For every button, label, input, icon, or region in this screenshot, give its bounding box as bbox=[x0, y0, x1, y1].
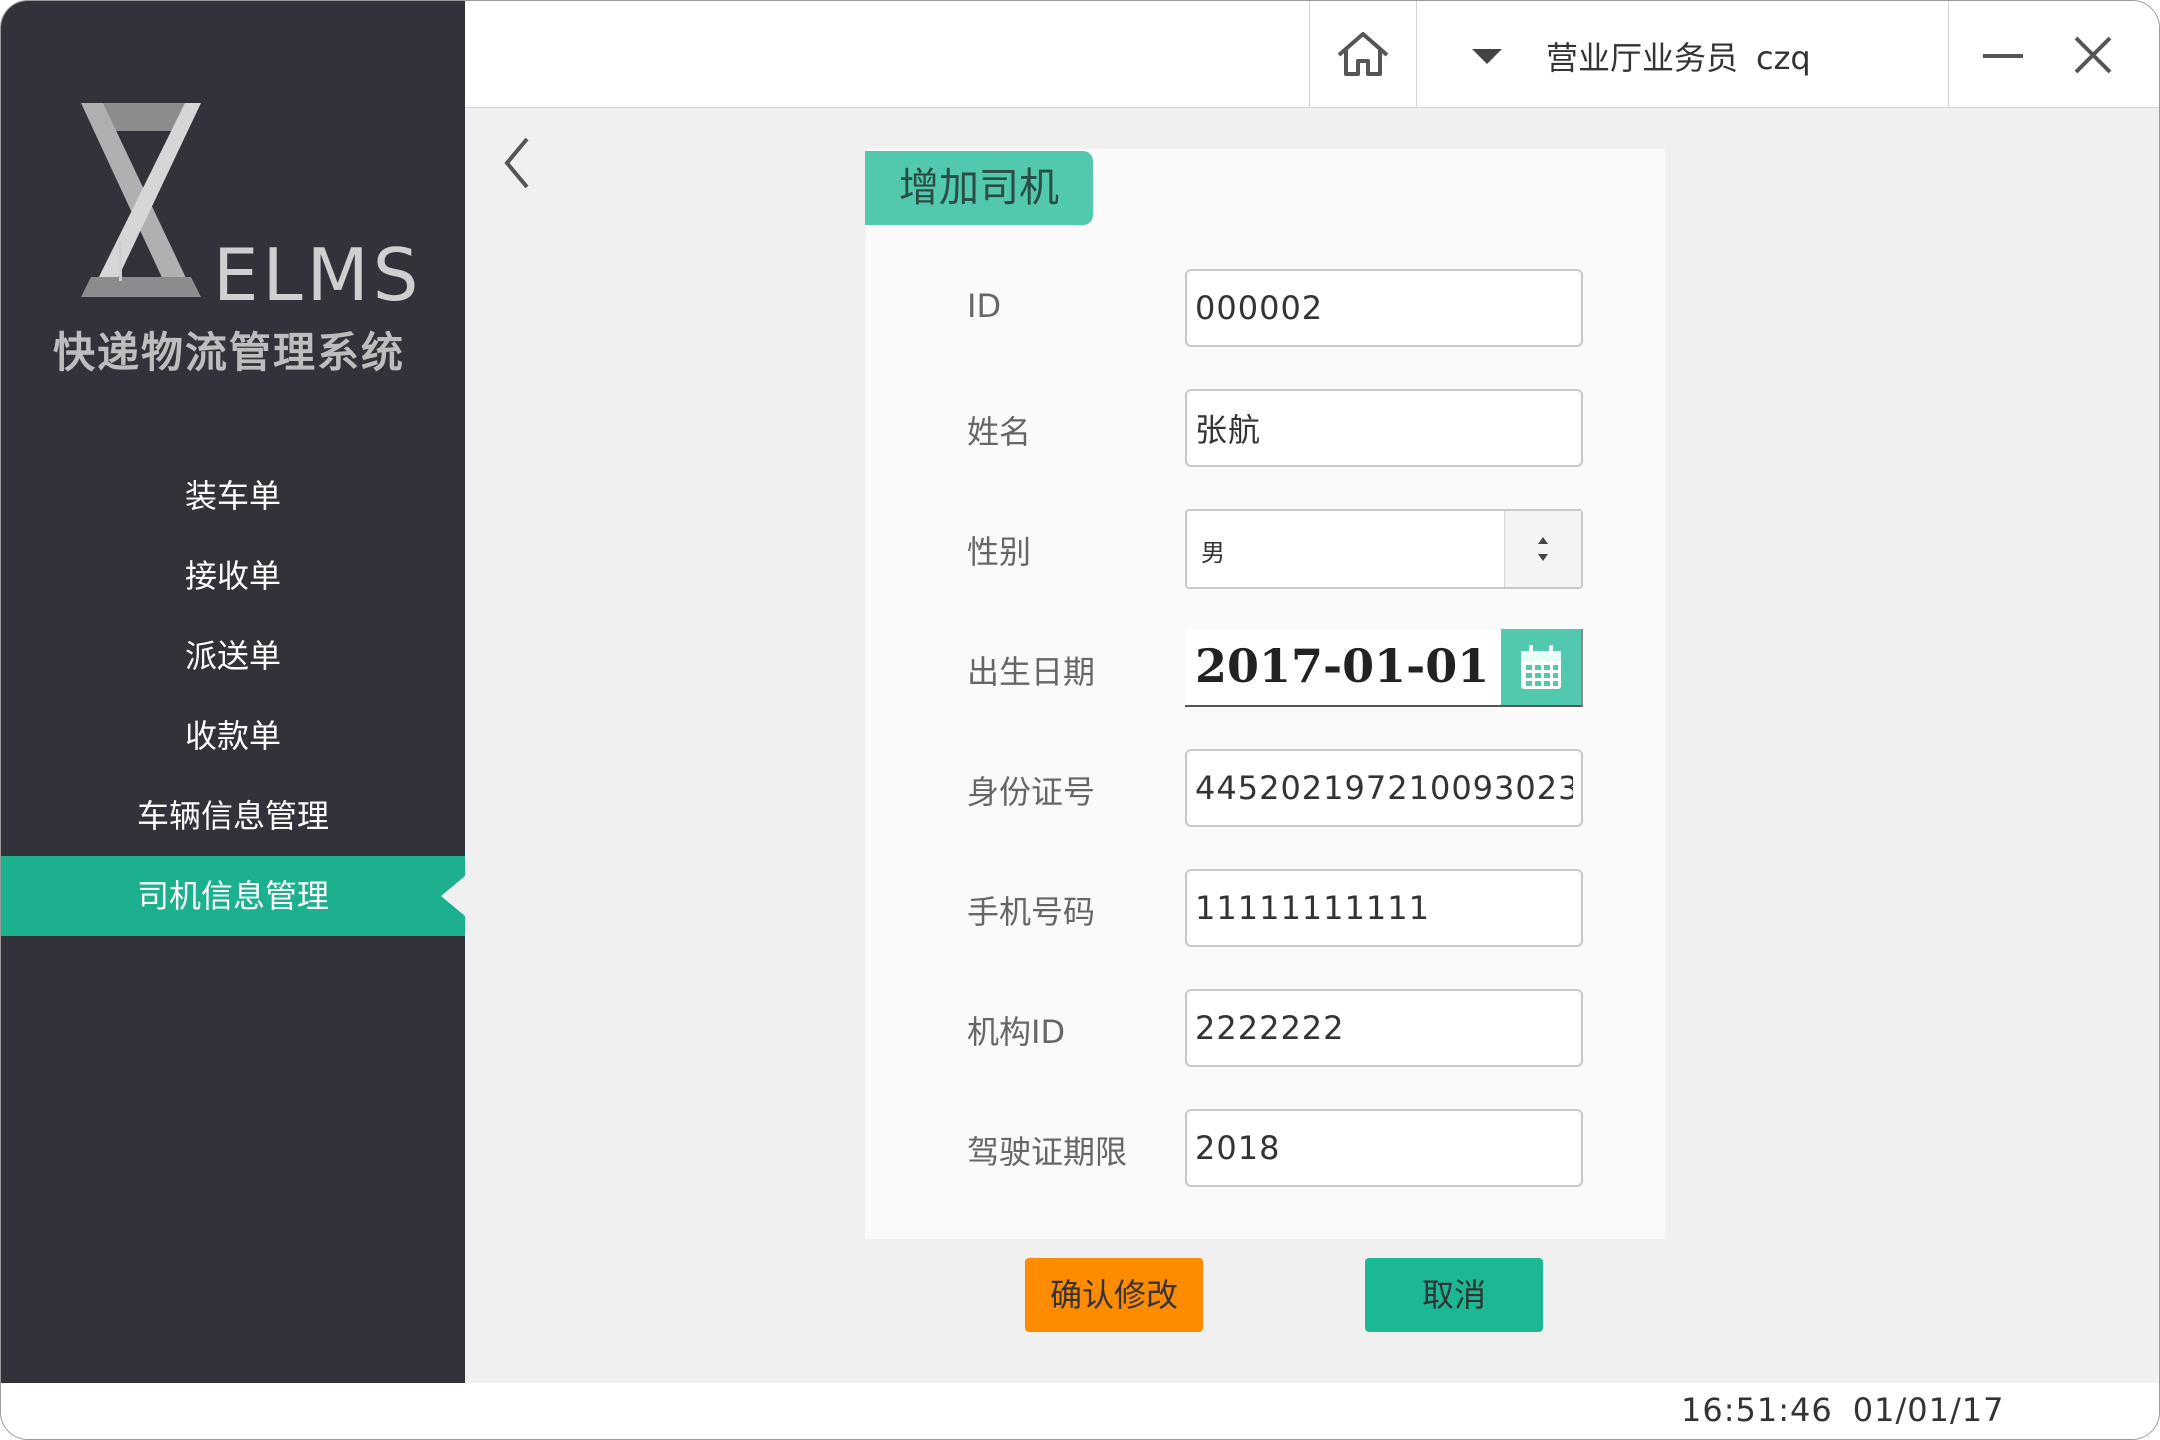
gender-spinner[interactable] bbox=[1504, 511, 1581, 587]
sidebar-item-payment-list[interactable]: 收款单 bbox=[1, 696, 465, 776]
sidebar-item-receipt-list[interactable]: 接收单 bbox=[1, 536, 465, 616]
birthdate-label: 出生日期 bbox=[967, 653, 1096, 691]
id-label: ID bbox=[967, 287, 1002, 325]
cancel-button[interactable]: 取消 bbox=[1365, 1258, 1543, 1332]
license-expiry-label: 驾驶证期限 bbox=[967, 1133, 1128, 1171]
driver-form-panel: 增加司机 ID 姓名 性别 男 出生日期 bbox=[865, 149, 1665, 1239]
sidebar-nav: 装车单 接收单 派送单 收款单 车辆信息管理 司机信息管理 bbox=[1, 456, 465, 936]
home-icon bbox=[1337, 32, 1389, 76]
sidebar-item-driver-management[interactable]: 司机信息管理 bbox=[1, 856, 465, 936]
form-title: 增加司机 bbox=[865, 151, 1093, 225]
birthdate-value: 2017-01-01 bbox=[1195, 639, 1490, 693]
name-label: 姓名 bbox=[967, 413, 1032, 451]
sidebar-item-delivery-list[interactable]: 派送单 bbox=[1, 616, 465, 696]
clock: 16:51:46 01/01/17 bbox=[1681, 1391, 2004, 1429]
license-expiry-input[interactable] bbox=[1185, 1109, 1583, 1187]
calendar-icon bbox=[1521, 645, 1561, 689]
sidebar: ELMS 快递物流管理系统 装车单 接收单 派送单 收款单 车辆信息管理 司机信… bbox=[1, 1, 465, 1383]
org-id-label: 机构ID bbox=[967, 1013, 1066, 1051]
calendar-button[interactable] bbox=[1501, 629, 1581, 705]
clock-time: 16:51:46 bbox=[1681, 1391, 1833, 1429]
field-row-org-id: 机构ID bbox=[865, 989, 1665, 1069]
field-row-license-expiry: 驾驶证期限 bbox=[865, 1109, 1665, 1189]
gender-selected-value: 男 bbox=[1201, 539, 1225, 567]
field-row-id-card: 身份证号 bbox=[865, 749, 1665, 829]
id-card-label: 身份证号 bbox=[967, 773, 1096, 811]
field-row-id: ID bbox=[865, 269, 1665, 349]
phone-label: 手机号码 bbox=[967, 893, 1096, 931]
user-role: 营业厅业务员 bbox=[1546, 39, 1739, 77]
close-icon[interactable] bbox=[2073, 35, 2113, 75]
sidebar-item-loading-list[interactable]: 装车单 bbox=[1, 456, 465, 536]
confirm-button[interactable]: 确认修改 bbox=[1025, 1258, 1203, 1332]
field-row-birthdate: 出生日期 2017-01-01 bbox=[865, 629, 1665, 709]
app-subtitle: 快递物流管理系统 bbox=[53, 328, 406, 377]
gender-label: 性别 bbox=[967, 533, 1032, 571]
window-controls bbox=[1948, 1, 2159, 107]
minimize-icon[interactable] bbox=[1983, 54, 2023, 58]
username: czq bbox=[1756, 39, 1811, 77]
phone-input[interactable] bbox=[1185, 869, 1583, 947]
field-row-phone: 手机号码 bbox=[865, 869, 1665, 949]
id-card-input[interactable] bbox=[1185, 749, 1583, 827]
chevron-down-icon[interactable] bbox=[1472, 49, 1502, 65]
sidebar-item-vehicle-management[interactable]: 车辆信息管理 bbox=[1, 776, 465, 856]
field-row-gender: 性别 男 bbox=[865, 509, 1665, 589]
home-button[interactable] bbox=[1309, 1, 1417, 107]
name-input[interactable] bbox=[1185, 389, 1583, 467]
back-icon[interactable] bbox=[501, 135, 541, 191]
id-input[interactable] bbox=[1185, 269, 1583, 347]
user-menu[interactable]: 营业厅业务员 czq bbox=[1416, 1, 1948, 107]
app-window: ELMS 快递物流管理系统 装车单 接收单 派送单 收款单 车辆信息管理 司机信… bbox=[0, 0, 2160, 1440]
user-label: 营业厅业务员 czq bbox=[1546, 33, 1811, 79]
birthdate-picker[interactable]: 2017-01-01 bbox=[1185, 629, 1583, 707]
clock-date: 01/01/17 bbox=[1852, 1391, 2005, 1429]
field-row-name: 姓名 bbox=[865, 389, 1665, 469]
logo-text: ELMS bbox=[213, 233, 423, 317]
status-bar: 16:51:46 01/01/17 bbox=[1, 1383, 2159, 1439]
org-id-input[interactable] bbox=[1185, 989, 1583, 1067]
top-bar: 营业厅业务员 czq bbox=[465, 1, 2159, 108]
gender-select[interactable]: 男 bbox=[1185, 509, 1583, 589]
spinner-arrows-icon bbox=[1538, 537, 1548, 561]
